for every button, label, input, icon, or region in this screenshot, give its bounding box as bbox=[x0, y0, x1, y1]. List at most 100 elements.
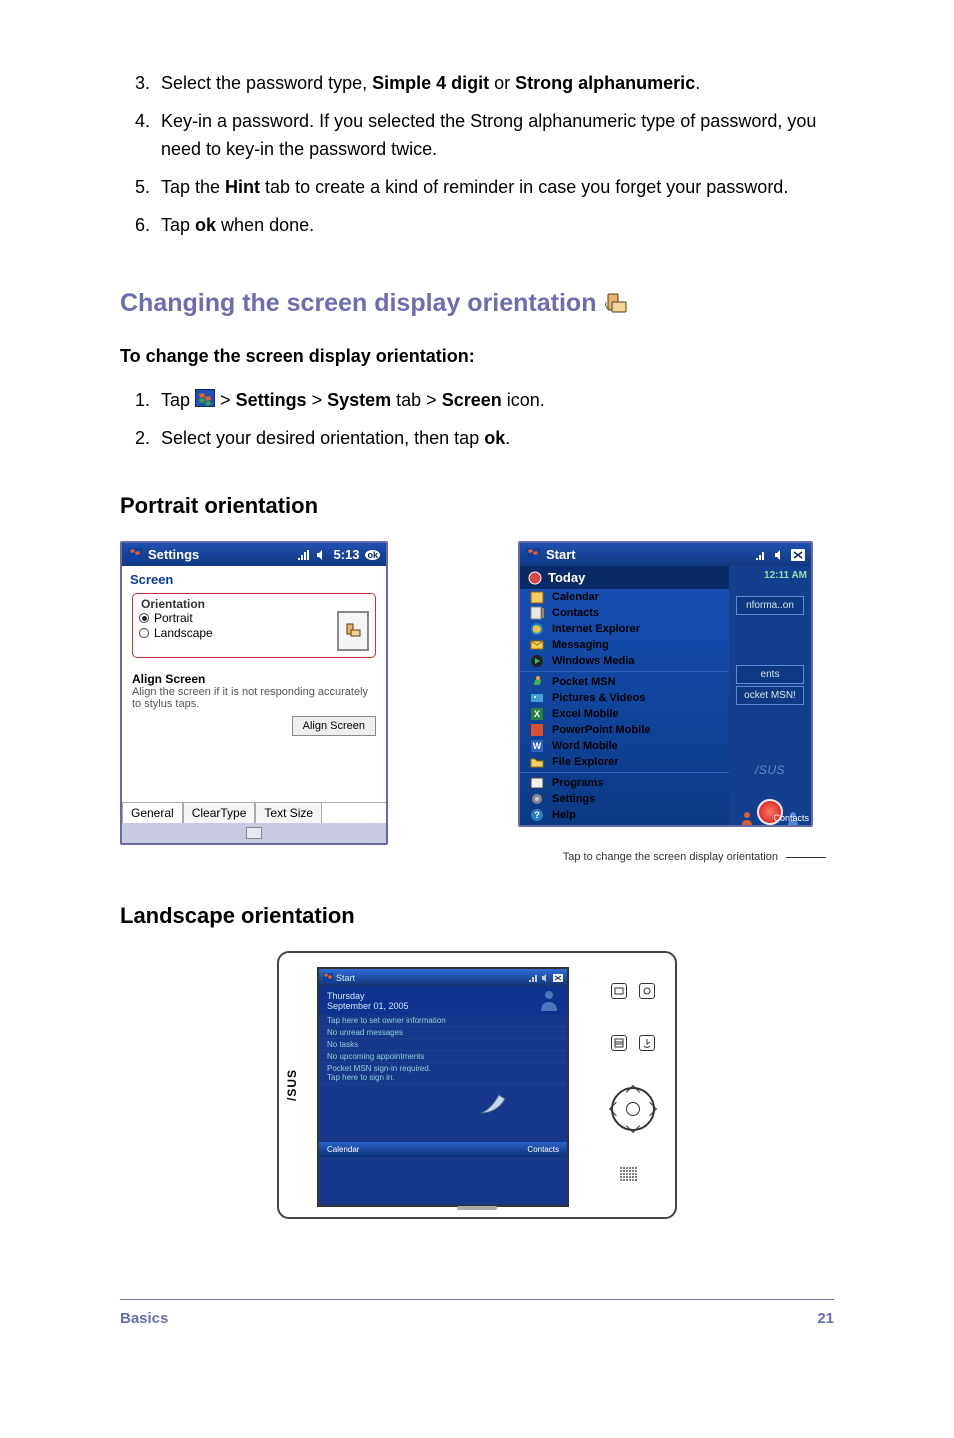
start-flag-icon bbox=[323, 973, 333, 983]
dpad bbox=[611, 1087, 655, 1131]
start-titlebar: Start bbox=[520, 543, 811, 566]
settings-titlebar: Settings 5:13 ok bbox=[122, 543, 386, 566]
menu-excel[interactable]: XExcel Mobile bbox=[520, 706, 729, 722]
globe-icon bbox=[530, 622, 544, 636]
contacts-icon bbox=[530, 606, 544, 620]
person-sil-icon bbox=[539, 989, 559, 1011]
signal-icon bbox=[529, 974, 539, 982]
start-flag-icon bbox=[526, 548, 540, 562]
align-text: Align the screen if it is not responding… bbox=[132, 686, 376, 710]
change-step-2: Select your desired orientation, then ta… bbox=[155, 425, 834, 453]
signal-icon bbox=[755, 549, 767, 561]
hw-button bbox=[639, 1035, 655, 1051]
tab-textsize[interactable]: Text Size bbox=[255, 802, 322, 823]
pda-bottom-right: Contacts bbox=[527, 1145, 559, 1154]
change-ol: Tap > Settings > System tab > Screen ico… bbox=[120, 387, 834, 453]
pda-item-messages: No unread messages bbox=[319, 1027, 567, 1039]
landscape-radio[interactable]: Landscape bbox=[139, 626, 213, 640]
help-icon: ? bbox=[530, 808, 544, 822]
start-time: 12:11 AM bbox=[764, 570, 807, 581]
caption-line bbox=[786, 857, 826, 858]
sound-icon bbox=[773, 549, 785, 561]
start-menu-screenshot: Start Today Calendar Contacts Internet E… bbox=[518, 541, 813, 827]
to-change-heading: To change the screen display orientation… bbox=[120, 346, 834, 367]
footer-left: Basics bbox=[120, 1310, 168, 1327]
close-icon bbox=[553, 974, 563, 982]
radio-icon bbox=[139, 628, 149, 638]
hw-button bbox=[611, 1035, 627, 1051]
msn-icon bbox=[530, 675, 544, 689]
today-row[interactable]: Today bbox=[520, 566, 729, 589]
orientation-preview bbox=[337, 611, 369, 651]
today-icon bbox=[528, 571, 542, 585]
menu-pictures[interactable]: Pictures & Videos bbox=[520, 690, 729, 706]
pda-item-appts: No upcoming appointments bbox=[319, 1051, 567, 1063]
menu-settings[interactable]: Settings bbox=[520, 791, 729, 807]
menu-fileexplorer[interactable]: File Explorer bbox=[520, 754, 729, 770]
folder-icon bbox=[530, 755, 544, 769]
step-6: Tap ok when done. bbox=[155, 212, 834, 240]
menu-ie[interactable]: Internet Explorer bbox=[520, 621, 729, 637]
stylus-cursor-icon bbox=[479, 1079, 515, 1115]
screen-orientation-icon bbox=[604, 292, 628, 316]
menu-messaging[interactable]: Messaging bbox=[520, 637, 729, 653]
start-flag-icon bbox=[128, 548, 142, 562]
section-title: Changing the screen display orientation bbox=[120, 289, 834, 318]
svg-text:X: X bbox=[534, 709, 540, 719]
screenshots-row: Settings 5:13 ok Screen Orientation Port… bbox=[120, 541, 834, 845]
hw-button bbox=[611, 983, 627, 999]
menu-contacts[interactable]: Contacts bbox=[520, 605, 729, 621]
menu-word[interactable]: WWord Mobile bbox=[520, 738, 729, 754]
tab-general[interactable]: General bbox=[122, 802, 183, 823]
speaker-grille bbox=[620, 1167, 646, 1187]
portrait-heading: Portrait orientation bbox=[120, 493, 834, 519]
pda-item-owner: Tap here to set owner information bbox=[319, 1015, 567, 1027]
menu-help[interactable]: ?Help bbox=[520, 807, 729, 823]
footer-right: 21 bbox=[817, 1310, 834, 1327]
pda-screen: Start Thursday September 01, 2005 Tap he… bbox=[317, 967, 569, 1207]
svg-text:W: W bbox=[533, 741, 542, 751]
align-header: Align Screen bbox=[132, 672, 376, 686]
caption: Tap to change the screen display orienta… bbox=[120, 851, 826, 863]
tab-cleartype[interactable]: ClearType bbox=[183, 802, 256, 823]
landscape-illustration: /SUS Start Thursday September 01, 2005 T… bbox=[120, 951, 834, 1219]
keyboard-icon[interactable] bbox=[246, 827, 262, 839]
sound-icon bbox=[542, 974, 550, 982]
start-flag-icon bbox=[195, 389, 215, 407]
notif-ents: ents bbox=[736, 665, 804, 684]
pda-bottom-notch bbox=[457, 1206, 497, 1210]
powerpoint-icon bbox=[530, 723, 544, 737]
menu-programs[interactable]: Programs bbox=[520, 775, 729, 791]
screen-header: Screen bbox=[122, 566, 386, 589]
media-icon bbox=[530, 654, 544, 668]
menu-wmp[interactable]: Windows Media bbox=[520, 653, 729, 669]
signal-icon bbox=[297, 549, 309, 561]
portrait-radio[interactable]: Portrait bbox=[139, 611, 213, 625]
notif-msn: ocket MSN! bbox=[736, 686, 804, 705]
hw-button bbox=[639, 983, 655, 999]
pda-brand: /SUS bbox=[285, 1069, 299, 1101]
step-3: Select the password type, Simple 4 digit… bbox=[155, 70, 834, 98]
page-footer: Basics 21 bbox=[120, 1299, 834, 1327]
contacts-label: Contacts bbox=[773, 813, 809, 823]
settings-screenshot: Settings 5:13 ok Screen Orientation Port… bbox=[120, 541, 388, 845]
landscape-heading: Landscape orientation bbox=[120, 903, 834, 929]
menu-ppt[interactable]: PowerPoint Mobile bbox=[520, 722, 729, 738]
pda-hw-controls bbox=[605, 983, 661, 1187]
step-5: Tap the Hint tab to create a kind of rem… bbox=[155, 174, 834, 202]
menu-calendar[interactable]: Calendar bbox=[520, 589, 729, 605]
settings-tabs: General ClearType Text Size bbox=[122, 802, 386, 823]
pda-bottom-left: Calendar bbox=[327, 1145, 359, 1154]
pictures-icon bbox=[530, 691, 544, 705]
pda-device: /SUS Start Thursday September 01, 2005 T… bbox=[277, 951, 677, 1219]
person-icon bbox=[740, 811, 754, 825]
radio-selected-icon bbox=[139, 613, 149, 623]
align-screen-button[interactable]: Align Screen bbox=[292, 716, 376, 736]
orientation-group: Orientation Portrait Landscape bbox=[132, 593, 376, 658]
close-icon bbox=[791, 549, 805, 561]
step-4: Key-in a password. If you selected the S… bbox=[155, 108, 834, 164]
programs-icon bbox=[530, 776, 544, 790]
calendar-icon bbox=[530, 590, 544, 604]
menu-msn[interactable]: Pocket MSN bbox=[520, 674, 729, 690]
notif-info: nforma..on bbox=[736, 596, 804, 615]
